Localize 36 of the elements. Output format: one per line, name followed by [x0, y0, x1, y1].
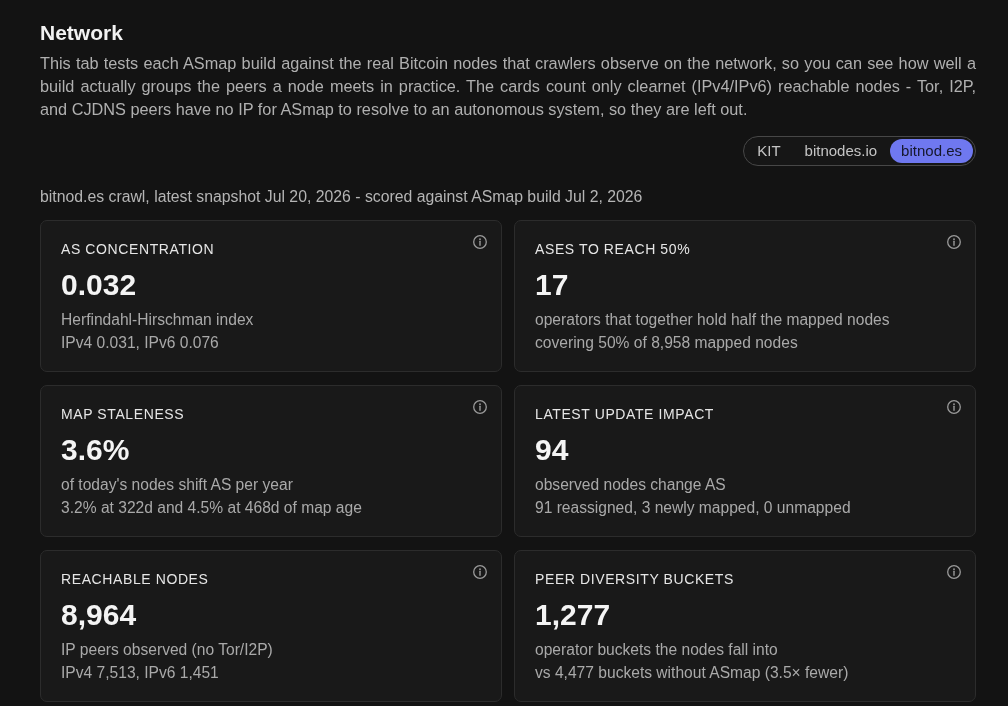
metric-detail: 3.2% at 322d and 4.5% at 468d of map age	[61, 498, 363, 518]
source-tab[interactable]: bitnodes.io	[793, 139, 889, 163]
metric-label: ASES TO REACH 50%	[535, 240, 691, 259]
info-icon[interactable]	[947, 565, 961, 579]
metric-value: 1,277	[535, 597, 612, 633]
metric-detail: vs 4,477 buckets without ASmap (3.5× fewer)	[535, 663, 850, 683]
metric-label: AS CONCENTRATION	[61, 240, 215, 259]
metric-value: 0.032	[61, 267, 138, 303]
metric-label: MAP STALENESS	[61, 405, 185, 424]
info-icon[interactable]	[947, 400, 961, 414]
source-tab[interactable]: bitnod.es	[890, 139, 973, 163]
metric-value: 94	[535, 432, 570, 468]
metric-detail: operator buckets the nodes fall into	[535, 640, 779, 660]
page-title: Network	[40, 20, 124, 46]
info-icon[interactable]	[947, 235, 961, 249]
snapshot-caption: bitnod.es crawl, latest snapshot Jul 20, 2026 - scored against ASmap build Jul 2, 2026	[40, 187, 644, 207]
source-tab[interactable]: KIT	[746, 139, 792, 163]
info-icon[interactable]	[473, 235, 487, 249]
metric-detail: of today's nodes shift AS per year	[61, 475, 294, 495]
metric-value: 17	[535, 267, 570, 303]
metric-detail: operators that together hold half the mapped nodes	[535, 310, 891, 330]
info-icon[interactable]	[473, 565, 487, 579]
metric-detail: 91 reassigned, 3 newly mapped, 0 unmapped	[535, 498, 852, 518]
metric-detail: IP peers observed (no Tor/I2P)	[61, 640, 274, 660]
metric-label: REACHABLE NODES	[61, 570, 209, 589]
info-icon[interactable]	[473, 400, 487, 414]
metric-value: 8,964	[61, 597, 138, 633]
metric-detail: Herfindahl-Hirschman index	[61, 310, 255, 330]
metric-detail: IPv4 0.031, IPv6 0.076	[61, 333, 220, 353]
description-text: This tab tests each ASmap build against the real Bitcoin nodes that crawlers observe on the network, so you can see how well a build actually groups the peers a node meets in practice. The cards count only clearnet (IPv4/IPv6) reachable nodes - Tor, I2P, and CJDNS peers have no IP for ASmap to resolve to an autonomous system, so they are left out.	[40, 53, 976, 120]
metric-value: 3.6%	[61, 432, 131, 468]
metric-label: LATEST UPDATE IMPACT	[535, 405, 714, 424]
metric-detail: covering 50% of 8,958 mapped nodes	[535, 333, 799, 353]
metric-label: PEER DIVERSITY BUCKETS	[535, 570, 734, 589]
metric-detail: observed nodes change AS	[535, 475, 727, 495]
metric-detail: IPv4 7,513, IPv6 1,451	[61, 663, 220, 683]
